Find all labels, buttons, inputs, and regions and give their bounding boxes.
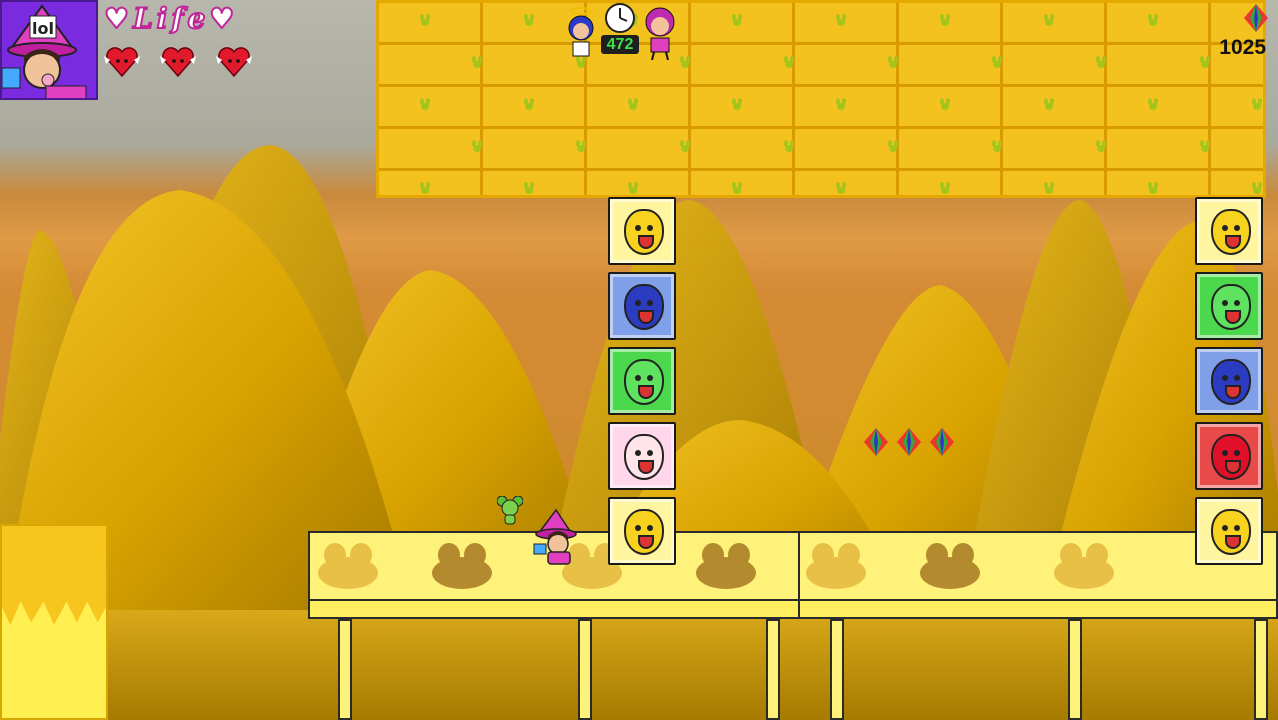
life-label: ♥Life♥ xyxy=(103,1,239,36)
bunny-brick-emblem xyxy=(1252,182,1262,194)
bunny-brick-emblem xyxy=(524,98,534,110)
bunny-brick-emblem xyxy=(1148,182,1158,194)
bunny-brick-emblem xyxy=(836,98,846,110)
game-scene: lol ♥Life♥ 472 1025 xyxy=(0,0,1278,720)
bunny-brick-emblem xyxy=(888,56,898,68)
green-mouse-enemy[interactable] xyxy=(497,496,523,526)
bunny-brick-emblem xyxy=(472,140,482,152)
winged-heart-icon xyxy=(216,47,252,78)
ground xyxy=(0,610,1278,720)
blue-crying-face-icon xyxy=(624,284,664,330)
blue-crying-face-icon xyxy=(1211,359,1251,405)
bunny-brick-emblem xyxy=(1044,182,1054,194)
pink-peach-face-icon xyxy=(624,434,664,480)
green-glasses-face-icon xyxy=(1211,284,1251,330)
green-glasses-face-block[interactable] xyxy=(608,347,676,415)
witch-girl-portrait-icon: lol xyxy=(2,4,87,98)
clock-icon xyxy=(605,3,635,33)
bunny-brick-emblem xyxy=(628,182,638,194)
red-apple-face-block[interactable] xyxy=(1195,422,1263,490)
pink-haired-girl-icon xyxy=(645,7,675,60)
bunny-brick-emblem xyxy=(992,140,1002,152)
bunny-brick-emblem xyxy=(888,140,898,152)
bunny-brick-emblem xyxy=(1096,56,1106,68)
player-witch-character[interactable] xyxy=(532,508,580,568)
bunny-brick-emblem xyxy=(680,140,690,152)
rainbow-gem-icon[interactable] xyxy=(930,428,954,456)
blue-crying-face-block[interactable] xyxy=(608,272,676,340)
rainbow-gem-icon xyxy=(1244,4,1268,32)
winged-heart-icon xyxy=(104,47,140,78)
bridge-leg xyxy=(1254,619,1268,720)
bunny-brick-emblem xyxy=(1200,56,1210,68)
rainbow-gem-icon[interactable] xyxy=(897,428,921,456)
bunny-brick-emblem xyxy=(524,14,534,26)
bunny-brick-emblem xyxy=(732,14,742,26)
green-glasses-face-block[interactable] xyxy=(1195,272,1263,340)
winged-heart-icon xyxy=(160,47,196,78)
bunny-brick-emblem xyxy=(420,14,430,26)
bridge-leg xyxy=(830,619,844,720)
bunny-brick-emblem xyxy=(1096,140,1106,152)
bridge-leg xyxy=(578,619,592,720)
bunny-brick-emblem xyxy=(992,56,1002,68)
blue-crying-face-block[interactable] xyxy=(1195,347,1263,415)
bunny-brick-emblem xyxy=(628,98,638,110)
yellow-gourd-face-icon xyxy=(624,209,664,255)
bunny-brick-emblem xyxy=(472,56,482,68)
bunny-brick-emblem xyxy=(524,182,534,194)
bunny-brick-emblem xyxy=(1148,98,1158,110)
yellow-gourd-face-icon xyxy=(624,509,664,555)
rainbow-gem-icon[interactable] xyxy=(864,428,888,456)
bunny-brick-emblem xyxy=(420,182,430,194)
bunny-brick-emblem xyxy=(1148,14,1158,26)
bunny-brick-emblem xyxy=(836,14,846,26)
bunny-brick-emblem xyxy=(576,140,586,152)
bunny-brick-emblem xyxy=(1044,14,1054,26)
bunny-brick-emblem xyxy=(1200,140,1210,152)
bunny-emblem xyxy=(806,543,866,589)
bunny-emblem xyxy=(318,543,378,589)
bridge-leg xyxy=(766,619,780,720)
bunny-brick-emblem xyxy=(1252,98,1262,110)
yellow-gourd-face-icon xyxy=(1211,209,1251,255)
svg-text:lol: lol xyxy=(32,19,54,38)
bunny-brick-emblem xyxy=(732,98,742,110)
bunny-brick-emblem xyxy=(940,182,950,194)
angel-character-icon xyxy=(568,7,594,57)
yellow-gourd-face-block[interactable] xyxy=(1195,197,1263,265)
player-portrait: lol xyxy=(0,0,98,100)
yellow-gourd-face-block[interactable] xyxy=(608,197,676,265)
green-glasses-face-icon xyxy=(624,359,664,405)
red-apple-face-icon xyxy=(1211,434,1251,480)
bunny-brick-emblem xyxy=(784,140,794,152)
bunny-brick-emblem xyxy=(784,56,794,68)
score-counter: 1025 xyxy=(1219,36,1266,59)
bunny-brick-emblem xyxy=(732,182,742,194)
bunny-brick-emblem xyxy=(836,182,846,194)
yellow-gourd-face-block[interactable] xyxy=(608,497,676,565)
pink-peach-face-block[interactable] xyxy=(608,422,676,490)
bunny-brick-emblem xyxy=(420,98,430,110)
yellow-gourd-face-icon xyxy=(1211,509,1251,555)
bunny-brick-emblem xyxy=(680,56,690,68)
yellow-gourd-face-block[interactable] xyxy=(1195,497,1263,565)
bunny-brick-emblem xyxy=(940,14,950,26)
bunny-emblem xyxy=(920,543,980,589)
bunny-brick-emblem xyxy=(940,98,950,110)
bridge-leg xyxy=(1068,619,1082,720)
bunny-emblem xyxy=(696,543,756,589)
bunny-brick-emblem xyxy=(1044,98,1054,110)
bridge-leg xyxy=(338,619,352,720)
brick-wall xyxy=(376,0,1266,198)
left-cake-block xyxy=(0,524,108,720)
bunny-emblem xyxy=(1054,543,1114,589)
bunny-emblem xyxy=(432,543,492,589)
time-remaining: 472 xyxy=(601,35,639,54)
